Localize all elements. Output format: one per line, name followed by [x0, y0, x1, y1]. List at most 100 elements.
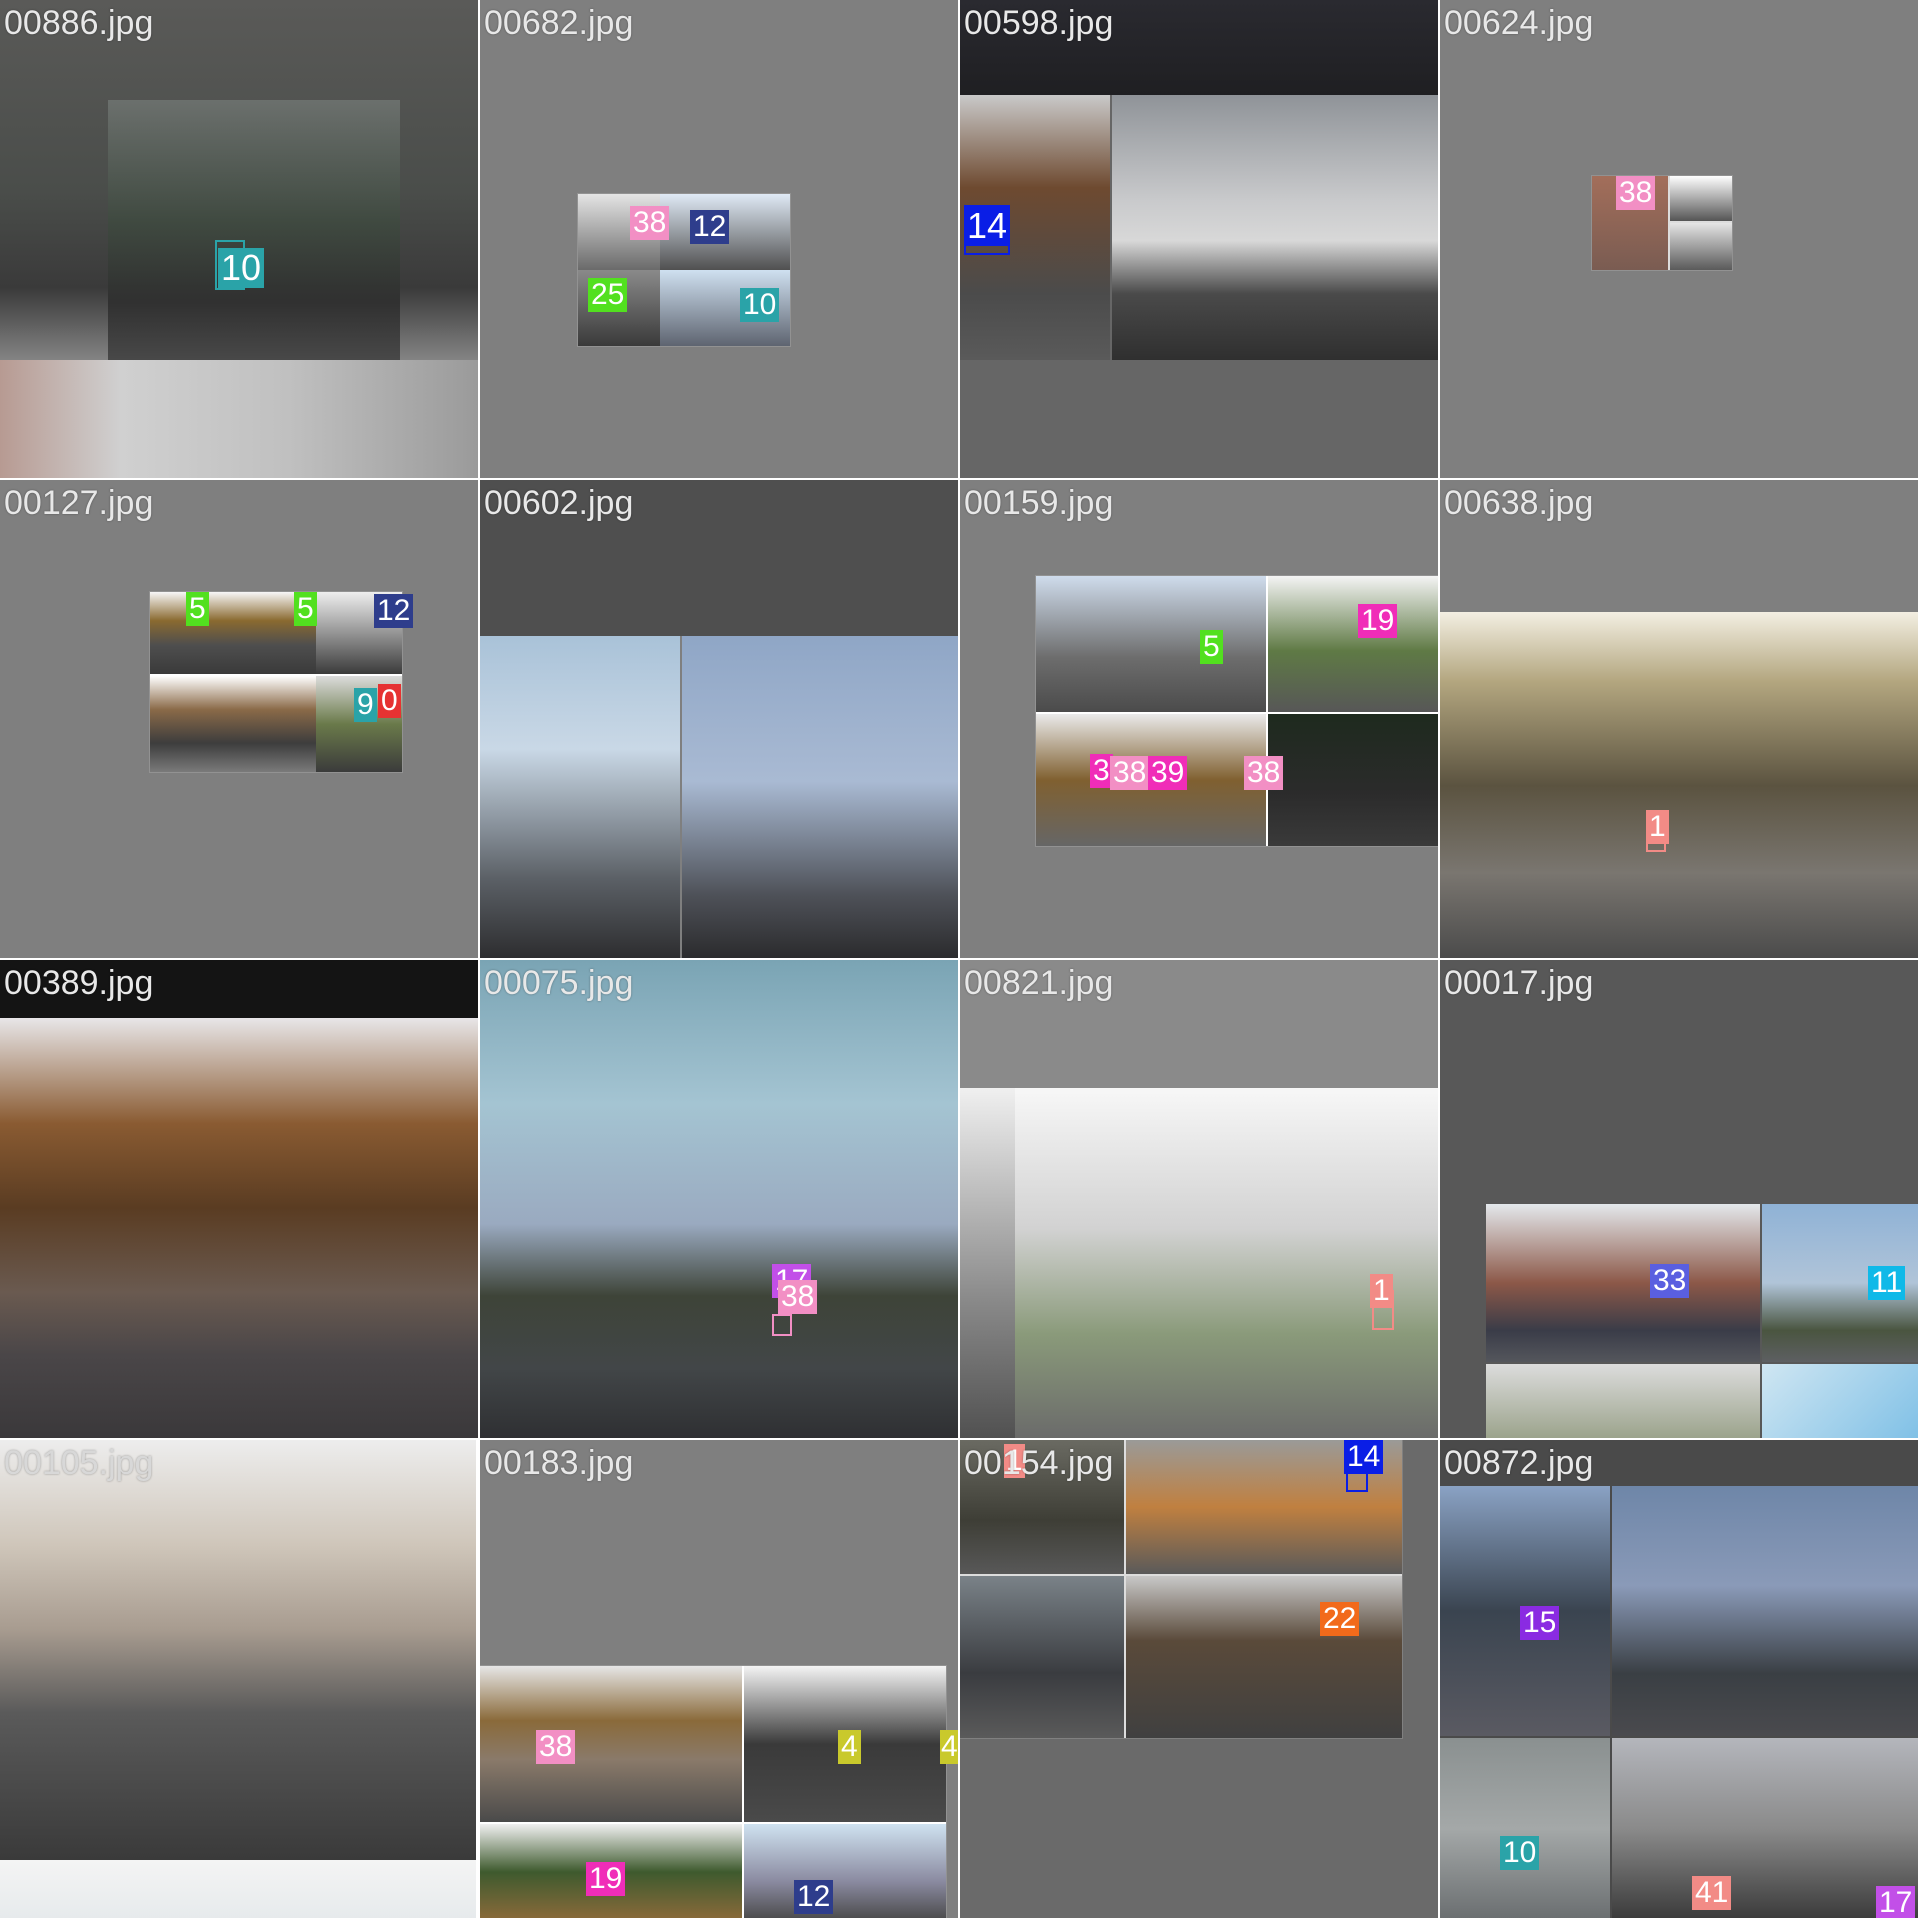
- tile-filename: 00598.jpg: [964, 4, 1114, 42]
- street-photo: [480, 960, 958, 1438]
- detection-label: 38: [536, 1730, 576, 1764]
- tile-filename: 00105.jpg: [4, 1444, 154, 1482]
- detection-label: 39: [1148, 756, 1188, 790]
- tile-00821[interactable]: 1 00821.jpg: [960, 960, 1440, 1440]
- street-photo: [1440, 612, 1918, 958]
- street-photo: [0, 1860, 476, 1918]
- tile-filename: 00638.jpg: [1444, 484, 1594, 522]
- detection-label: 1: [1370, 1274, 1393, 1308]
- tile-00127[interactable]: 5 5 12 9 0 00127.jpg: [0, 480, 480, 960]
- detection-label: 12: [794, 1880, 834, 1914]
- tile-00183[interactable]: 38 4 4 19 12 00183.jpg: [480, 1440, 960, 1920]
- street-photo: [1670, 176, 1732, 221]
- sky-photo: [682, 636, 958, 958]
- mosaic-inset: [960, 1440, 1402, 1738]
- sky-photo: [1440, 1738, 1610, 1918]
- tile-filename: 00154.jpg: [964, 1444, 1114, 1482]
- street-photo: [1268, 714, 1438, 846]
- detection-label: 33: [1650, 1264, 1690, 1298]
- detection-label: 5: [1200, 630, 1223, 664]
- tile-filename: 00127.jpg: [4, 484, 154, 522]
- detection-label: 4: [940, 1730, 958, 1764]
- street-photo: [150, 592, 316, 674]
- detection-label: 5: [186, 592, 209, 626]
- sky-photo: [1762, 1364, 1918, 1438]
- street-photo: [480, 1666, 742, 1822]
- street-photo: [960, 1576, 1124, 1738]
- street-photo: [744, 1824, 946, 1918]
- detection-label: 12: [374, 594, 414, 628]
- street-photo: [1486, 1364, 1760, 1438]
- detection-label: 38: [1616, 176, 1656, 210]
- mosaic-grid: 10 00886.jpg 38 12 25 10 00682.jpg 14 00…: [0, 0, 1920, 1920]
- detection-label: 15: [1520, 1606, 1560, 1640]
- street-photo: [0, 360, 478, 478]
- sky-photo: [480, 636, 680, 958]
- tile-00017[interactable]: 33 11 00017.jpg: [1440, 960, 1920, 1440]
- tile-00075[interactable]: 17 38 00075.jpg: [480, 960, 960, 1440]
- street-photo: [108, 100, 400, 370]
- tile-filename: 00682.jpg: [484, 4, 634, 42]
- detection-label: 12: [690, 210, 730, 244]
- tile-filename: 00821.jpg: [964, 964, 1114, 1002]
- tile-00105[interactable]: 00105.jpg: [0, 1440, 480, 1920]
- street-photo: [0, 1440, 476, 1860]
- street-photo: [1670, 223, 1732, 270]
- detection-label: 10: [1500, 1836, 1540, 1870]
- detection-label: 10: [218, 248, 265, 288]
- street-photo: [1126, 1576, 1402, 1738]
- tile-filename: 00075.jpg: [484, 964, 634, 1002]
- street-photo: [1036, 576, 1266, 712]
- detection-label: 38: [778, 1280, 818, 1314]
- detection-label: 11: [1868, 1266, 1906, 1300]
- tile-00598[interactable]: 14 00598.jpg: [960, 0, 1440, 480]
- detection-label: 25: [588, 278, 628, 312]
- mosaic-inset: [578, 194, 790, 346]
- tile-00602[interactable]: 00602.jpg: [480, 480, 960, 960]
- tile-filename: 00183.jpg: [484, 1444, 634, 1482]
- street-photo: [960, 1088, 1015, 1438]
- tile-filename: 00886.jpg: [4, 4, 154, 42]
- tile-filename: 00602.jpg: [484, 484, 634, 522]
- tile-filename: 00389.jpg: [4, 964, 154, 1002]
- tile-00682[interactable]: 38 12 25 10 00682.jpg: [480, 0, 960, 480]
- detection-label: 38: [1110, 756, 1150, 790]
- street-photo: [1268, 576, 1438, 712]
- detection-label: 19: [1358, 604, 1398, 638]
- tile-00154[interactable]: 1 14 22 00154.jpg: [960, 1440, 1440, 1920]
- detection-label: 1: [1646, 810, 1669, 844]
- tile-00389[interactable]: 00389.jpg: [0, 960, 480, 1440]
- detection-label: 5: [294, 592, 317, 626]
- detection-label: 19: [586, 1862, 626, 1896]
- detection-label: 17: [1876, 1886, 1916, 1918]
- tile-00886[interactable]: 10 00886.jpg: [0, 0, 480, 480]
- building-photo: [1015, 1088, 1438, 1438]
- detection-box: [772, 1314, 792, 1336]
- detection-label: 38: [1244, 756, 1284, 790]
- detection-label: 0: [378, 684, 401, 718]
- detection-label: 41: [1692, 1876, 1732, 1910]
- street-photo: [0, 1018, 478, 1438]
- street-photo: [1486, 1204, 1760, 1362]
- tile-00872[interactable]: 15 10 41 17 00872.jpg: [1440, 1440, 1920, 1920]
- tile-00638[interactable]: 1 00638.jpg: [1440, 480, 1920, 960]
- sky-photo: [1612, 1486, 1918, 1736]
- detection-label: 10: [740, 288, 780, 322]
- tile-00624[interactable]: 38 00624.jpg: [1440, 0, 1920, 480]
- detection-label: 22: [1320, 1602, 1360, 1636]
- tile-filename: 00159.jpg: [964, 484, 1114, 522]
- detection-label: 14: [1344, 1440, 1384, 1474]
- tile-filename: 00624.jpg: [1444, 4, 1594, 42]
- detection-label: 38: [630, 206, 670, 240]
- detection-label: 14: [964, 206, 1011, 246]
- street-photo: [1112, 95, 1438, 360]
- street-photo: [150, 676, 316, 772]
- mosaic-inset: [1592, 176, 1732, 270]
- tile-filename: 00872.jpg: [1444, 1444, 1594, 1482]
- tile-filename: 00017.jpg: [1444, 964, 1594, 1002]
- trees-photo: [1612, 1738, 1918, 1918]
- detection-label: 4: [838, 1730, 861, 1764]
- tile-00159[interactable]: 5 19 3 38 39 38 00159.jpg: [960, 480, 1440, 960]
- detection-label: 9: [354, 688, 377, 722]
- mosaic-inset: [480, 1666, 946, 1918]
